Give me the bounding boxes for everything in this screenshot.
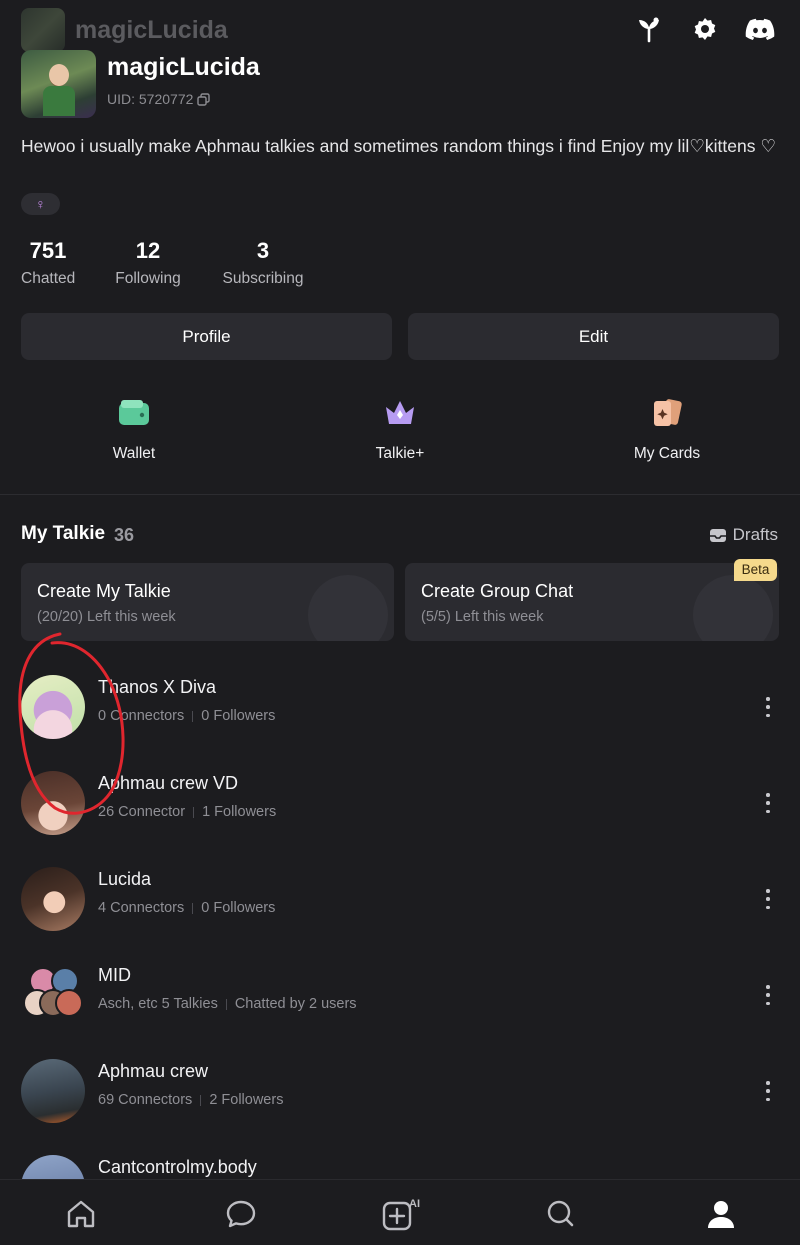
create-group-chat-card[interactable]: Create Group Chat (5/5) Left this week <box>405 563 779 641</box>
my-cards-label: My Cards <box>633 445 701 462</box>
talkie-name: Aphmau crew VD <box>98 773 239 793</box>
stat-following[interactable]: 12 Following <box>112 238 184 288</box>
wallet-label: Wallet <box>112 445 156 462</box>
my-talkie-count: 36 <box>114 525 135 545</box>
profile-avatar[interactable] <box>21 50 96 118</box>
gear-icon[interactable] <box>690 14 720 44</box>
talkie-row[interactable]: Thanos X Diva 0 Connectors 0 Followers <box>0 675 800 771</box>
talkie-name: MID <box>98 965 131 985</box>
create-ai-icon[interactable]: AI <box>380 1194 426 1234</box>
talkie-row[interactable]: MID Asch, etc 5 Talkies Chatted by 2 user… <box>0 963 800 1059</box>
talkie-row[interactable]: Lucida 4 Connectors 0 Followers <box>0 867 800 963</box>
card-title: Create My Talkie <box>37 581 171 601</box>
drafts-button[interactable]: Drafts <box>709 525 778 545</box>
talkie-stats: Asch, etc 5 Talkies Chatted by 2 users <box>98 996 357 1012</box>
copy-icon[interactable] <box>197 92 211 106</box>
uid-text: UID: 5720772 <box>107 91 194 107</box>
talkie-stats: 26 Connector 1 Followers <box>98 804 277 820</box>
talkie-name: Thanos X Diva <box>98 677 217 697</box>
more-options-icon[interactable] <box>760 791 776 815</box>
chat-icon[interactable] <box>221 1194 261 1234</box>
gender-badge: ♀ <box>21 193 60 215</box>
header-title: magicLucida <box>75 16 228 44</box>
svg-text:AI: AI <box>409 1198 420 1210</box>
talkie-row[interactable]: Cantcontrolmy.body <box>0 1155 800 1179</box>
talkie-stats: 0 Connectors 0 Followers <box>98 708 276 724</box>
talkie-avatar <box>21 1059 85 1123</box>
edit-button[interactable]: Edit <box>408 313 779 360</box>
stat-chatted[interactable]: 751 Chatted <box>21 238 75 288</box>
stat-label: Subscribing <box>222 270 304 287</box>
uid-row[interactable]: UID: 5720772 <box>107 91 211 107</box>
talkie-name: Cantcontrolmy.body <box>98 1157 257 1177</box>
my-cards-link[interactable]: My Cards <box>597 395 737 463</box>
my-talkie-title: My Talkie <box>21 523 106 544</box>
wallet-icon <box>116 395 152 431</box>
talkie-avatar <box>21 771 85 835</box>
stat-value: 12 <box>135 238 161 263</box>
cards-icon <box>649 395 685 431</box>
talkie-avatar <box>21 867 85 931</box>
talkie-stats: 69 Connectors 2 Followers <box>98 1092 284 1108</box>
talkie-plus-label: Talkie+ <box>375 445 425 462</box>
stat-subscribing[interactable]: 3 Subscribing <box>222 238 304 288</box>
bottom-nav: AI <box>0 1179 800 1245</box>
group-avatar <box>21 963 85 1027</box>
card-decoration <box>308 575 388 641</box>
stat-value: 751 <box>29 238 67 263</box>
card-title: Create Group Chat <box>421 581 574 601</box>
search-icon[interactable] <box>541 1194 581 1234</box>
more-options-icon[interactable] <box>760 1079 776 1103</box>
talkie-name: Aphmau crew <box>98 1061 209 1081</box>
card-subtitle: (5/5) Left this week <box>421 609 544 625</box>
more-options-icon[interactable] <box>760 695 776 719</box>
beta-badge: Beta <box>734 559 777 581</box>
talkie-avatar <box>21 1155 85 1179</box>
more-options-icon[interactable] <box>760 983 776 1007</box>
profile-button[interactable]: Profile <box>21 313 392 360</box>
stat-label: Chatted <box>21 270 76 287</box>
stat-value: 3 <box>256 238 270 263</box>
discord-icon[interactable] <box>745 14 775 44</box>
card-subtitle: (20/20) Left this week <box>37 609 176 625</box>
talkie-stats: 4 Connectors 0 Followers <box>98 900 276 916</box>
profile-icon[interactable] <box>701 1194 741 1234</box>
stat-label: Following <box>115 270 181 287</box>
profile-name: magicLucida <box>107 53 260 81</box>
drafts-label: Drafts <box>732 525 778 544</box>
more-options-icon[interactable] <box>760 887 776 911</box>
crown-icon <box>382 395 418 431</box>
talkie-name: Lucida <box>98 869 152 889</box>
create-my-talkie-card[interactable]: Create My Talkie (20/20) Left this week <box>21 563 394 641</box>
home-icon[interactable] <box>61 1194 101 1234</box>
wallet-link[interactable]: Wallet <box>64 395 204 463</box>
talkie-row[interactable]: Aphmau crew VD 26 Connector 1 Followers <box>0 771 800 867</box>
talkie-avatar <box>21 675 85 739</box>
profile-bio: Hewoo i usually make Aphmau talkies and … <box>21 136 777 156</box>
card-decoration <box>693 575 773 641</box>
section-divider <box>0 494 800 495</box>
talkie-plus-link[interactable]: Talkie+ <box>330 395 470 463</box>
sprout-icon[interactable] <box>634 14 664 44</box>
header-avatar <box>21 8 65 52</box>
talkie-row[interactable]: Aphmau crew 69 Connectors 2 Followers <box>0 1059 800 1155</box>
drafts-icon <box>709 528 726 542</box>
